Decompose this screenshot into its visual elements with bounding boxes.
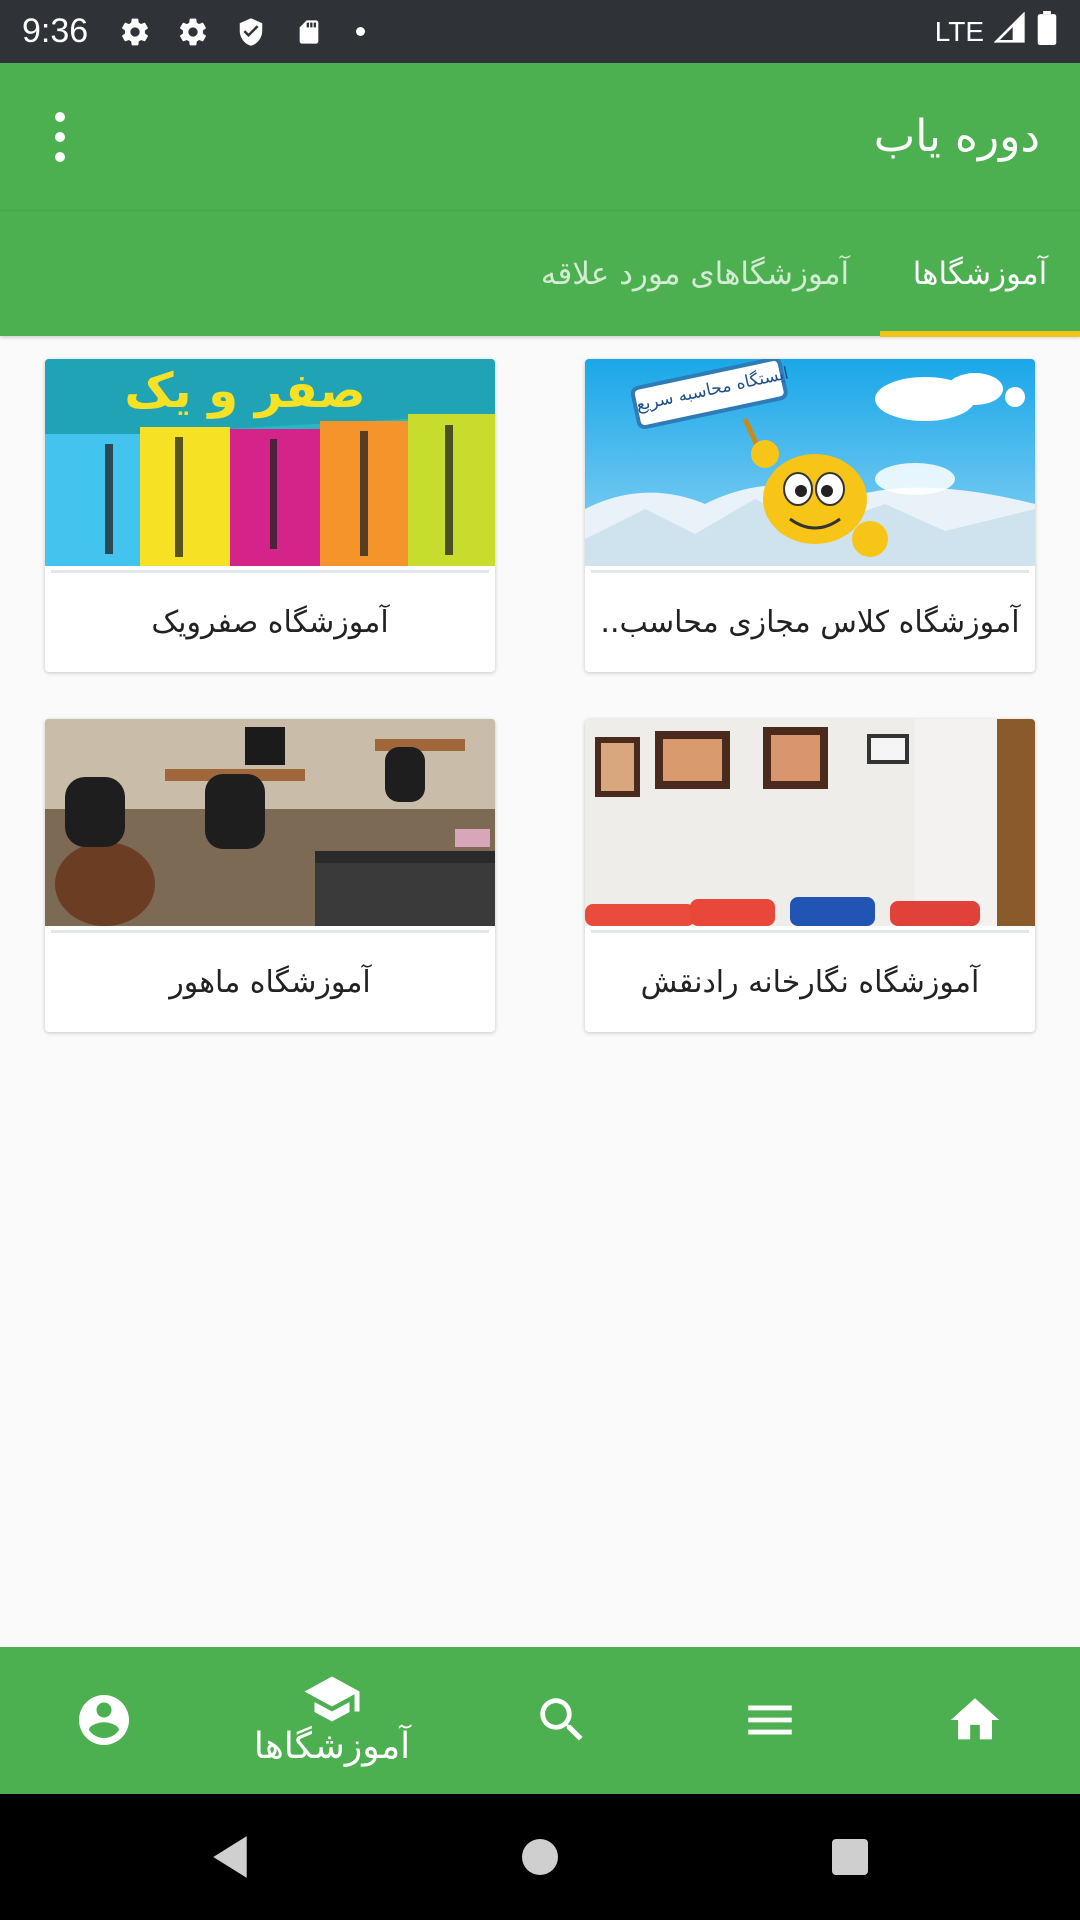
school-icon: [304, 1676, 360, 1722]
institute-card[interactable]: ایستگاه محاسبه سریع آموزشگاه کلاس مجازی …: [585, 359, 1035, 672]
sd-card-icon: [292, 15, 326, 49]
back-icon: [213, 1836, 247, 1878]
institute-card[interactable]: صفر و یک آموزشگاه صفرویک: [45, 359, 495, 672]
tab-bar: آموزشگاها آموزشگاهای مورد علاقه: [0, 210, 1080, 337]
back-button[interactable]: [200, 1794, 260, 1920]
nav-menu[interactable]: [730, 1647, 810, 1794]
image-banner-text: صفر و یک: [124, 363, 366, 419]
institute-name: آموزشگاه کلاس مجازی محاسب..: [600, 605, 1020, 640]
institute-name: آموزشگاه ماهور: [169, 965, 371, 1000]
nav-account[interactable]: [72, 1647, 136, 1794]
bottom-navigation: آموزشگاها: [0, 1647, 1080, 1794]
recents-button[interactable]: [830, 1794, 870, 1920]
signal-icon: [993, 11, 1026, 51]
home-icon: [950, 1697, 1000, 1739]
gear-icon: [176, 15, 210, 49]
status-bar: 9:36 LTE: [0, 0, 1080, 63]
institute-name: آموزشگاه نگارخانه رادنقش: [640, 965, 980, 1000]
menu-icon: [748, 1705, 792, 1734]
gear-icon: [118, 15, 152, 49]
home-circle-icon: [522, 1839, 558, 1875]
app-title: دوره یاب: [873, 111, 1040, 162]
shield-icon: [234, 15, 268, 49]
nav-search[interactable]: [522, 1647, 602, 1794]
institute-card[interactable]: آموزشگاه ماهور: [45, 719, 495, 1032]
overflow-menu-button[interactable]: [40, 107, 80, 167]
recents-icon: [832, 1839, 868, 1875]
nav-home[interactable]: [935, 1647, 1015, 1794]
institute-image: [585, 719, 1035, 926]
overflow-dot: [55, 111, 65, 122]
battery-icon: [1036, 11, 1058, 52]
notification-dot-icon: [356, 27, 366, 36]
overflow-dot: [55, 131, 65, 142]
system-navigation-bar: [0, 1794, 1080, 1920]
institute-image: صفر و یک: [45, 359, 495, 566]
nav-institutes[interactable]: آموزشگاها: [232, 1647, 432, 1794]
tab-institutes[interactable]: آموزشگاها: [880, 211, 1080, 337]
nav-institutes-label: آموزشگاها: [253, 1726, 411, 1767]
institute-name: آموزشگاه صفرویک: [151, 605, 389, 640]
institute-image: ایستگاه محاسبه سریع: [585, 359, 1035, 566]
tab-favorite-institutes[interactable]: آموزشگاهای مورد علاقه: [510, 211, 880, 337]
institute-image: [45, 719, 495, 926]
overflow-dot: [55, 151, 65, 162]
home-system-button[interactable]: [515, 1794, 565, 1920]
account-icon: [79, 1694, 129, 1745]
search-icon: [540, 1697, 583, 1741]
institute-card[interactable]: آموزشگاه نگارخانه رادنقش: [585, 719, 1035, 1032]
status-time: 9:36: [22, 12, 89, 50]
app-bar: دوره یاب: [0, 63, 1080, 210]
network-type-label: LTE: [934, 15, 984, 47]
